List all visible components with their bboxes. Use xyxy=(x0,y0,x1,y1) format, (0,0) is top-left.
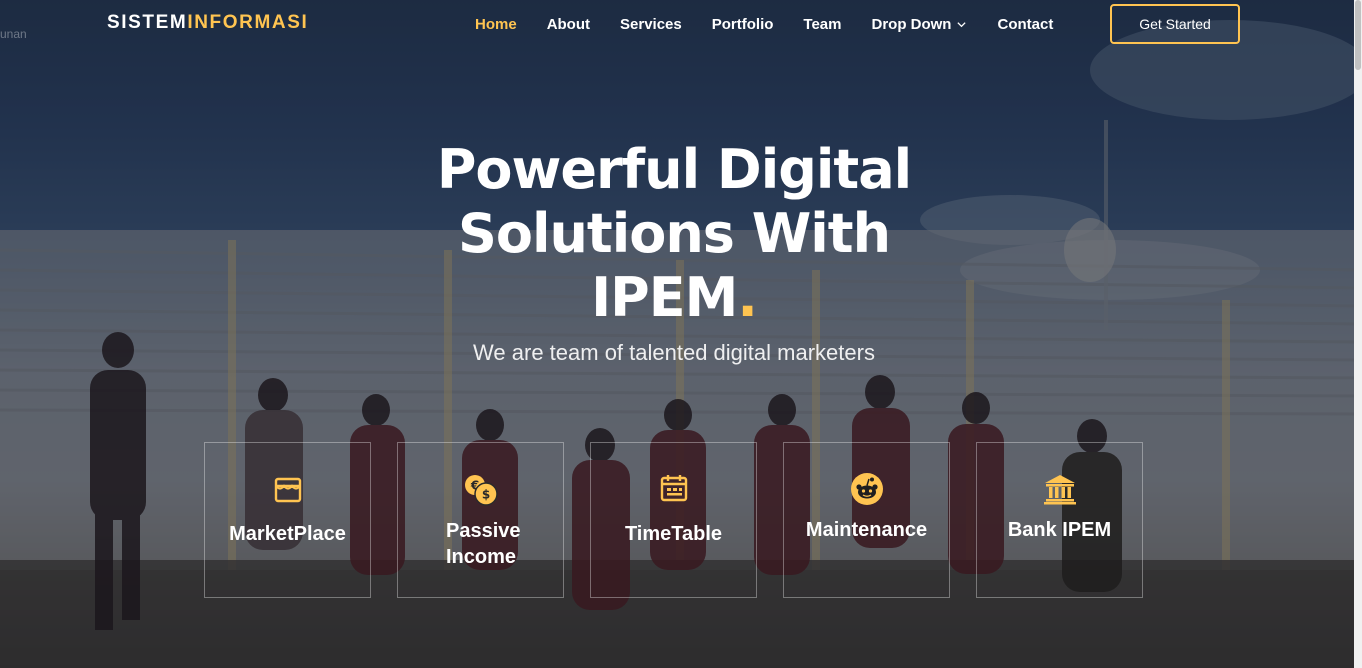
feature-label: Maintenance xyxy=(784,517,949,543)
feature-label-line1: Bank IPEM xyxy=(1007,519,1112,541)
site-logo[interactable]: SISTEMINFORMASI xyxy=(107,12,308,34)
currency-exchange-icon: € $ xyxy=(398,473,563,507)
feature-label-line1: Maintenance xyxy=(805,519,928,541)
nav-portfolio[interactable]: Portfolio xyxy=(697,16,789,33)
feature-label: MarketPlace xyxy=(205,521,370,547)
feature-box-timetable[interactable]: TimeTable xyxy=(590,442,757,598)
logo-text-accent: INFORMASI xyxy=(187,12,309,33)
feature-box-marketplace[interactable]: MarketPlace xyxy=(204,442,371,598)
feature-label: Bank IPEM xyxy=(977,517,1142,543)
feature-label-line1: MarketPlace xyxy=(229,523,346,545)
feature-box-maintenance[interactable]: Maintenance xyxy=(783,442,950,598)
reddit-icon xyxy=(784,472,949,506)
nav-dropdown[interactable]: Drop Down xyxy=(856,16,982,33)
hero-title-line1: Powerful Digital xyxy=(436,138,912,201)
nav-contact[interactable]: Contact xyxy=(982,16,1068,33)
main-nav: Home About Services Portfolio Team Drop … xyxy=(460,0,1068,48)
hero-subtitle: We are team of talented digital marketer… xyxy=(473,340,875,365)
hero-title: Powerful Digital Solutions With IPEM. xyxy=(374,138,974,330)
feature-label: Passive Income xyxy=(398,518,563,570)
nav-home[interactable]: Home xyxy=(460,16,532,33)
hero-title-dot: . xyxy=(737,266,757,329)
feature-label-line1: Passive xyxy=(446,520,521,542)
svg-text:$: $ xyxy=(481,488,489,502)
nav-services-label: Services xyxy=(620,15,682,33)
site-header: SISTEMINFORMASI Home About Services Port… xyxy=(0,0,1354,48)
scrollbar-thumb[interactable] xyxy=(1355,0,1361,70)
get-started-button[interactable]: Get Started xyxy=(1110,4,1240,44)
feature-label-line1: TimeTable xyxy=(624,523,723,545)
nav-team[interactable]: Team xyxy=(788,16,856,33)
bank-icon xyxy=(977,473,1142,505)
nav-portfolio-label: Portfolio xyxy=(711,15,774,33)
nav-about-label: About xyxy=(546,15,591,33)
nav-dropdown-label: Drop Down xyxy=(871,15,952,33)
feature-label: TimeTable xyxy=(591,521,756,547)
nav-about[interactable]: About xyxy=(532,16,605,33)
hero-title-line2: Solutions With xyxy=(457,202,891,265)
chevron-down-icon xyxy=(957,21,967,27)
nav-services[interactable]: Services xyxy=(605,16,697,33)
calendar-icon xyxy=(591,473,756,503)
nav-contact-label: Contact xyxy=(997,15,1054,33)
feature-label-line2: Income xyxy=(446,546,517,568)
feature-box-bank-ipem[interactable]: Bank IPEM xyxy=(976,442,1143,598)
store-icon xyxy=(205,475,370,505)
nav-home-label: Home xyxy=(475,15,517,33)
page-scrollbar[interactable] xyxy=(1354,0,1362,668)
nav-team-label: Team xyxy=(803,15,842,33)
hero-title-line3: IPEM xyxy=(591,266,738,329)
logo-text-primary: SISTEM xyxy=(107,12,188,33)
feature-box-passive-income[interactable]: € $ Passive Income xyxy=(397,442,564,598)
